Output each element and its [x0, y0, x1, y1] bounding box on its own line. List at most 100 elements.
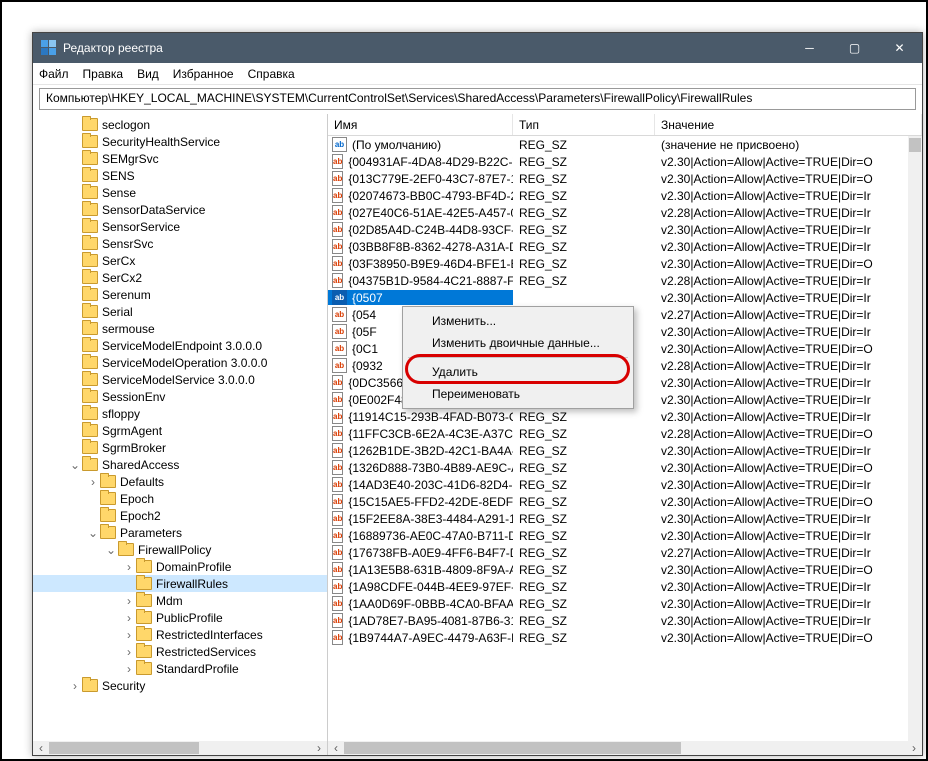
value-row[interactable]: ab{04375B1D-9584-4C21-8887-F21F3...REG_S…	[328, 272, 922, 289]
value-row[interactable]: ab{1AD78E7-BA95-4081-87B6-31E6...REG_SZv…	[328, 612, 922, 629]
value-row[interactable]: ab{03F38950-B9E9-46D4-BFE1-EE418...REG_S…	[328, 255, 922, 272]
minimize-button[interactable]: ─	[787, 33, 832, 63]
value-row[interactable]: ab{1A13E5B8-631B-4809-8F9A-A97E...REG_SZ…	[328, 561, 922, 578]
tree-item[interactable]: ›RestrictedInterfaces	[33, 626, 327, 643]
tree-item[interactable]: ›RestrictedServices	[33, 643, 327, 660]
tree-item[interactable]: ›DomainProfile	[33, 558, 327, 575]
tree-item[interactable]: ›sermouse	[33, 320, 327, 337]
ctx-rename[interactable]: Переименовать	[406, 383, 630, 405]
scroll-left-icon[interactable]: ‹	[33, 741, 49, 755]
tree-item[interactable]: ›Security	[33, 677, 327, 694]
ctx-modify[interactable]: Изменить...	[406, 310, 630, 332]
scroll-thumb[interactable]	[344, 742, 681, 754]
tree-item[interactable]: ⌄SharedAccess	[33, 456, 327, 473]
expand-icon[interactable]: ⌄	[105, 544, 117, 556]
menu-file[interactable]: Файл	[39, 67, 69, 81]
list-hscroll[interactable]: ‹ ›	[328, 741, 922, 755]
expand-icon[interactable]: ›	[123, 646, 135, 658]
value-row[interactable]: ab{14AD3E40-203C-41D6-82D4-C1A...REG_SZv…	[328, 476, 922, 493]
tree-item[interactable]: ›StandardProfile	[33, 660, 327, 677]
list-header[interactable]: Имя Тип Значение	[328, 114, 922, 136]
address-bar[interactable]: Компьютер\HKEY_LOCAL_MACHINE\SYSTEM\Curr…	[39, 88, 916, 110]
expand-icon[interactable]: ›	[69, 680, 81, 692]
value-row[interactable]: ab{1B9744A7-A9EC-4479-A63F-D467...REG_SZ…	[328, 629, 922, 646]
menu-favorites[interactable]: Избранное	[173, 67, 234, 81]
tree-hscroll[interactable]: ‹ ›	[33, 741, 327, 755]
tree-item[interactable]: ›seclogon	[33, 116, 327, 133]
expand-icon[interactable]: ›	[87, 476, 99, 488]
value-row[interactable]: ab{1326D888-73B0-4B89-AE9C-ACF6...REG_SZ…	[328, 459, 922, 476]
tree-item[interactable]: ›Sense	[33, 184, 327, 201]
tree-item[interactable]: ›Serial	[33, 303, 327, 320]
value-name: {054	[352, 308, 376, 322]
tree-item[interactable]: ›SensorService	[33, 218, 327, 235]
tree-item[interactable]: ›ServiceModelOperation 3.0.0.0	[33, 354, 327, 371]
value-row[interactable]: ab{013C779E-2EF0-43C7-87E7-1A436...REG_S…	[328, 170, 922, 187]
tree-item[interactable]: ›PublicProfile	[33, 609, 327, 626]
tree-item[interactable]: ›Serenum	[33, 286, 327, 303]
scroll-right-icon[interactable]: ›	[311, 741, 327, 755]
tree-item[interactable]: ›ServiceModelEndpoint 3.0.0.0	[33, 337, 327, 354]
value-row[interactable]: ab{1262B1DE-3B2D-42C1-BA4A-DCC...REG_SZv…	[328, 442, 922, 459]
tree-item[interactable]: ›SEMgrSvc	[33, 150, 327, 167]
value-row[interactable]: ab{1AA0D69F-0BBB-4CA0-BFAA-B18...REG_SZv…	[328, 595, 922, 612]
tree-item[interactable]: ›SgrmAgent	[33, 422, 327, 439]
tree-item[interactable]: ›SerCx2	[33, 269, 327, 286]
expand-icon[interactable]: ›	[123, 561, 135, 573]
menu-view[interactable]: Вид	[137, 67, 159, 81]
ctx-delete[interactable]: Удалить	[406, 361, 630, 383]
expand-icon[interactable]: ⌄	[69, 459, 81, 471]
tree-item[interactable]: ›FirewallRules	[33, 575, 327, 592]
value-row[interactable]: ab{1A98CDFE-044B-4EE9-97EF-2581...REG_SZ…	[328, 578, 922, 595]
value-row[interactable]: ab{11914C15-293B-4FAD-B073-C5DE...REG_SZ…	[328, 408, 922, 425]
menu-help[interactable]: Справка	[248, 67, 295, 81]
tree-item[interactable]: ›Epoch2	[33, 507, 327, 524]
tree-item[interactable]: ›Mdm	[33, 592, 327, 609]
tree-item[interactable]: ›SecurityHealthService	[33, 133, 327, 150]
expand-icon[interactable]: ›	[123, 629, 135, 641]
tree-item[interactable]: ›SgrmBroker	[33, 439, 327, 456]
expand-icon[interactable]: ›	[123, 612, 135, 624]
tree-item[interactable]: ›sfloppy	[33, 405, 327, 422]
scroll-thumb[interactable]	[909, 138, 921, 152]
scroll-left-icon[interactable]: ‹	[328, 741, 344, 755]
tree-item[interactable]: ›SensorDataService	[33, 201, 327, 218]
tree-item[interactable]: ⌄FirewallPolicy	[33, 541, 327, 558]
tree-item[interactable]: ›SensrSvc	[33, 235, 327, 252]
value-row[interactable]: ab{02D85A4D-C24B-44D8-93CF-3331...REG_SZ…	[328, 221, 922, 238]
value-row[interactable]: ab{004931AF-4DA8-4D29-B22C-7DFF...REG_SZ…	[328, 153, 922, 170]
value-row[interactable]: ab{176738FB-A0E9-4FF6-B4F7-DA67...REG_SZ…	[328, 544, 922, 561]
ctx-modify-binary[interactable]: Изменить двоичные данные...	[406, 332, 630, 354]
tree-item[interactable]: ⌄Parameters	[33, 524, 327, 541]
value-row[interactable]: ab{027E40C6-51AE-42E5-A457-0DE1...REG_SZ…	[328, 204, 922, 221]
col-value[interactable]: Значение	[655, 114, 922, 135]
tree-item[interactable]: ›SerCx	[33, 252, 327, 269]
col-name[interactable]: Имя	[328, 114, 513, 135]
values-pane[interactable]: Имя Тип Значение ab(По умолчанию)REG_SZ(…	[328, 114, 922, 755]
value-row[interactable]: ab{15F2EE8A-38E3-4484-A291-1D8F8...REG_S…	[328, 510, 922, 527]
tree-item[interactable]: ›SessionEnv	[33, 388, 327, 405]
scroll-right-icon[interactable]: ›	[906, 741, 922, 755]
maximize-button[interactable]: ▢	[832, 33, 877, 63]
list-vscroll[interactable]	[908, 136, 922, 741]
close-button[interactable]: ✕	[877, 33, 922, 63]
tree-item[interactable]: ›Defaults	[33, 473, 327, 490]
tree-item[interactable]: ›SENS	[33, 167, 327, 184]
value-row[interactable]: ab(По умолчанию)REG_SZ(значение не присв…	[328, 136, 922, 153]
tree-item[interactable]: ›ServiceModelService 3.0.0.0	[33, 371, 327, 388]
menu-edit[interactable]: Правка	[83, 67, 124, 81]
value-row[interactable]: ab{0507v2.30|Action=Allow|Active=TRUE|Di…	[328, 289, 922, 306]
col-type[interactable]: Тип	[513, 114, 655, 135]
value-row[interactable]: ab{15C15AE5-FFD2-42DE-8EDF-91B3...REG_SZ…	[328, 493, 922, 510]
value-row[interactable]: ab{02074673-BB0C-4793-BF4D-2ED9...REG_SZ…	[328, 187, 922, 204]
tree-item[interactable]: ›Epoch	[33, 490, 327, 507]
value-row[interactable]: ab{03BB8F8B-8362-4278-A31A-D189...REG_SZ…	[328, 238, 922, 255]
scroll-thumb[interactable]	[49, 742, 199, 754]
expand-icon[interactable]: ›	[123, 595, 135, 607]
expand-icon[interactable]: ⌄	[87, 527, 99, 539]
value-row[interactable]: ab{11FFC3CB-6E2A-4C3E-A37C-1BE2...REG_SZ…	[328, 425, 922, 442]
expand-icon[interactable]: ›	[123, 663, 135, 675]
titlebar[interactable]: Редактор реестра ─ ▢ ✕	[33, 33, 922, 63]
tree-pane[interactable]: ›seclogon›SecurityHealthService›SEMgrSvc…	[33, 114, 328, 755]
value-row[interactable]: ab{16889736-AE0C-47A0-B711-D500...REG_SZ…	[328, 527, 922, 544]
